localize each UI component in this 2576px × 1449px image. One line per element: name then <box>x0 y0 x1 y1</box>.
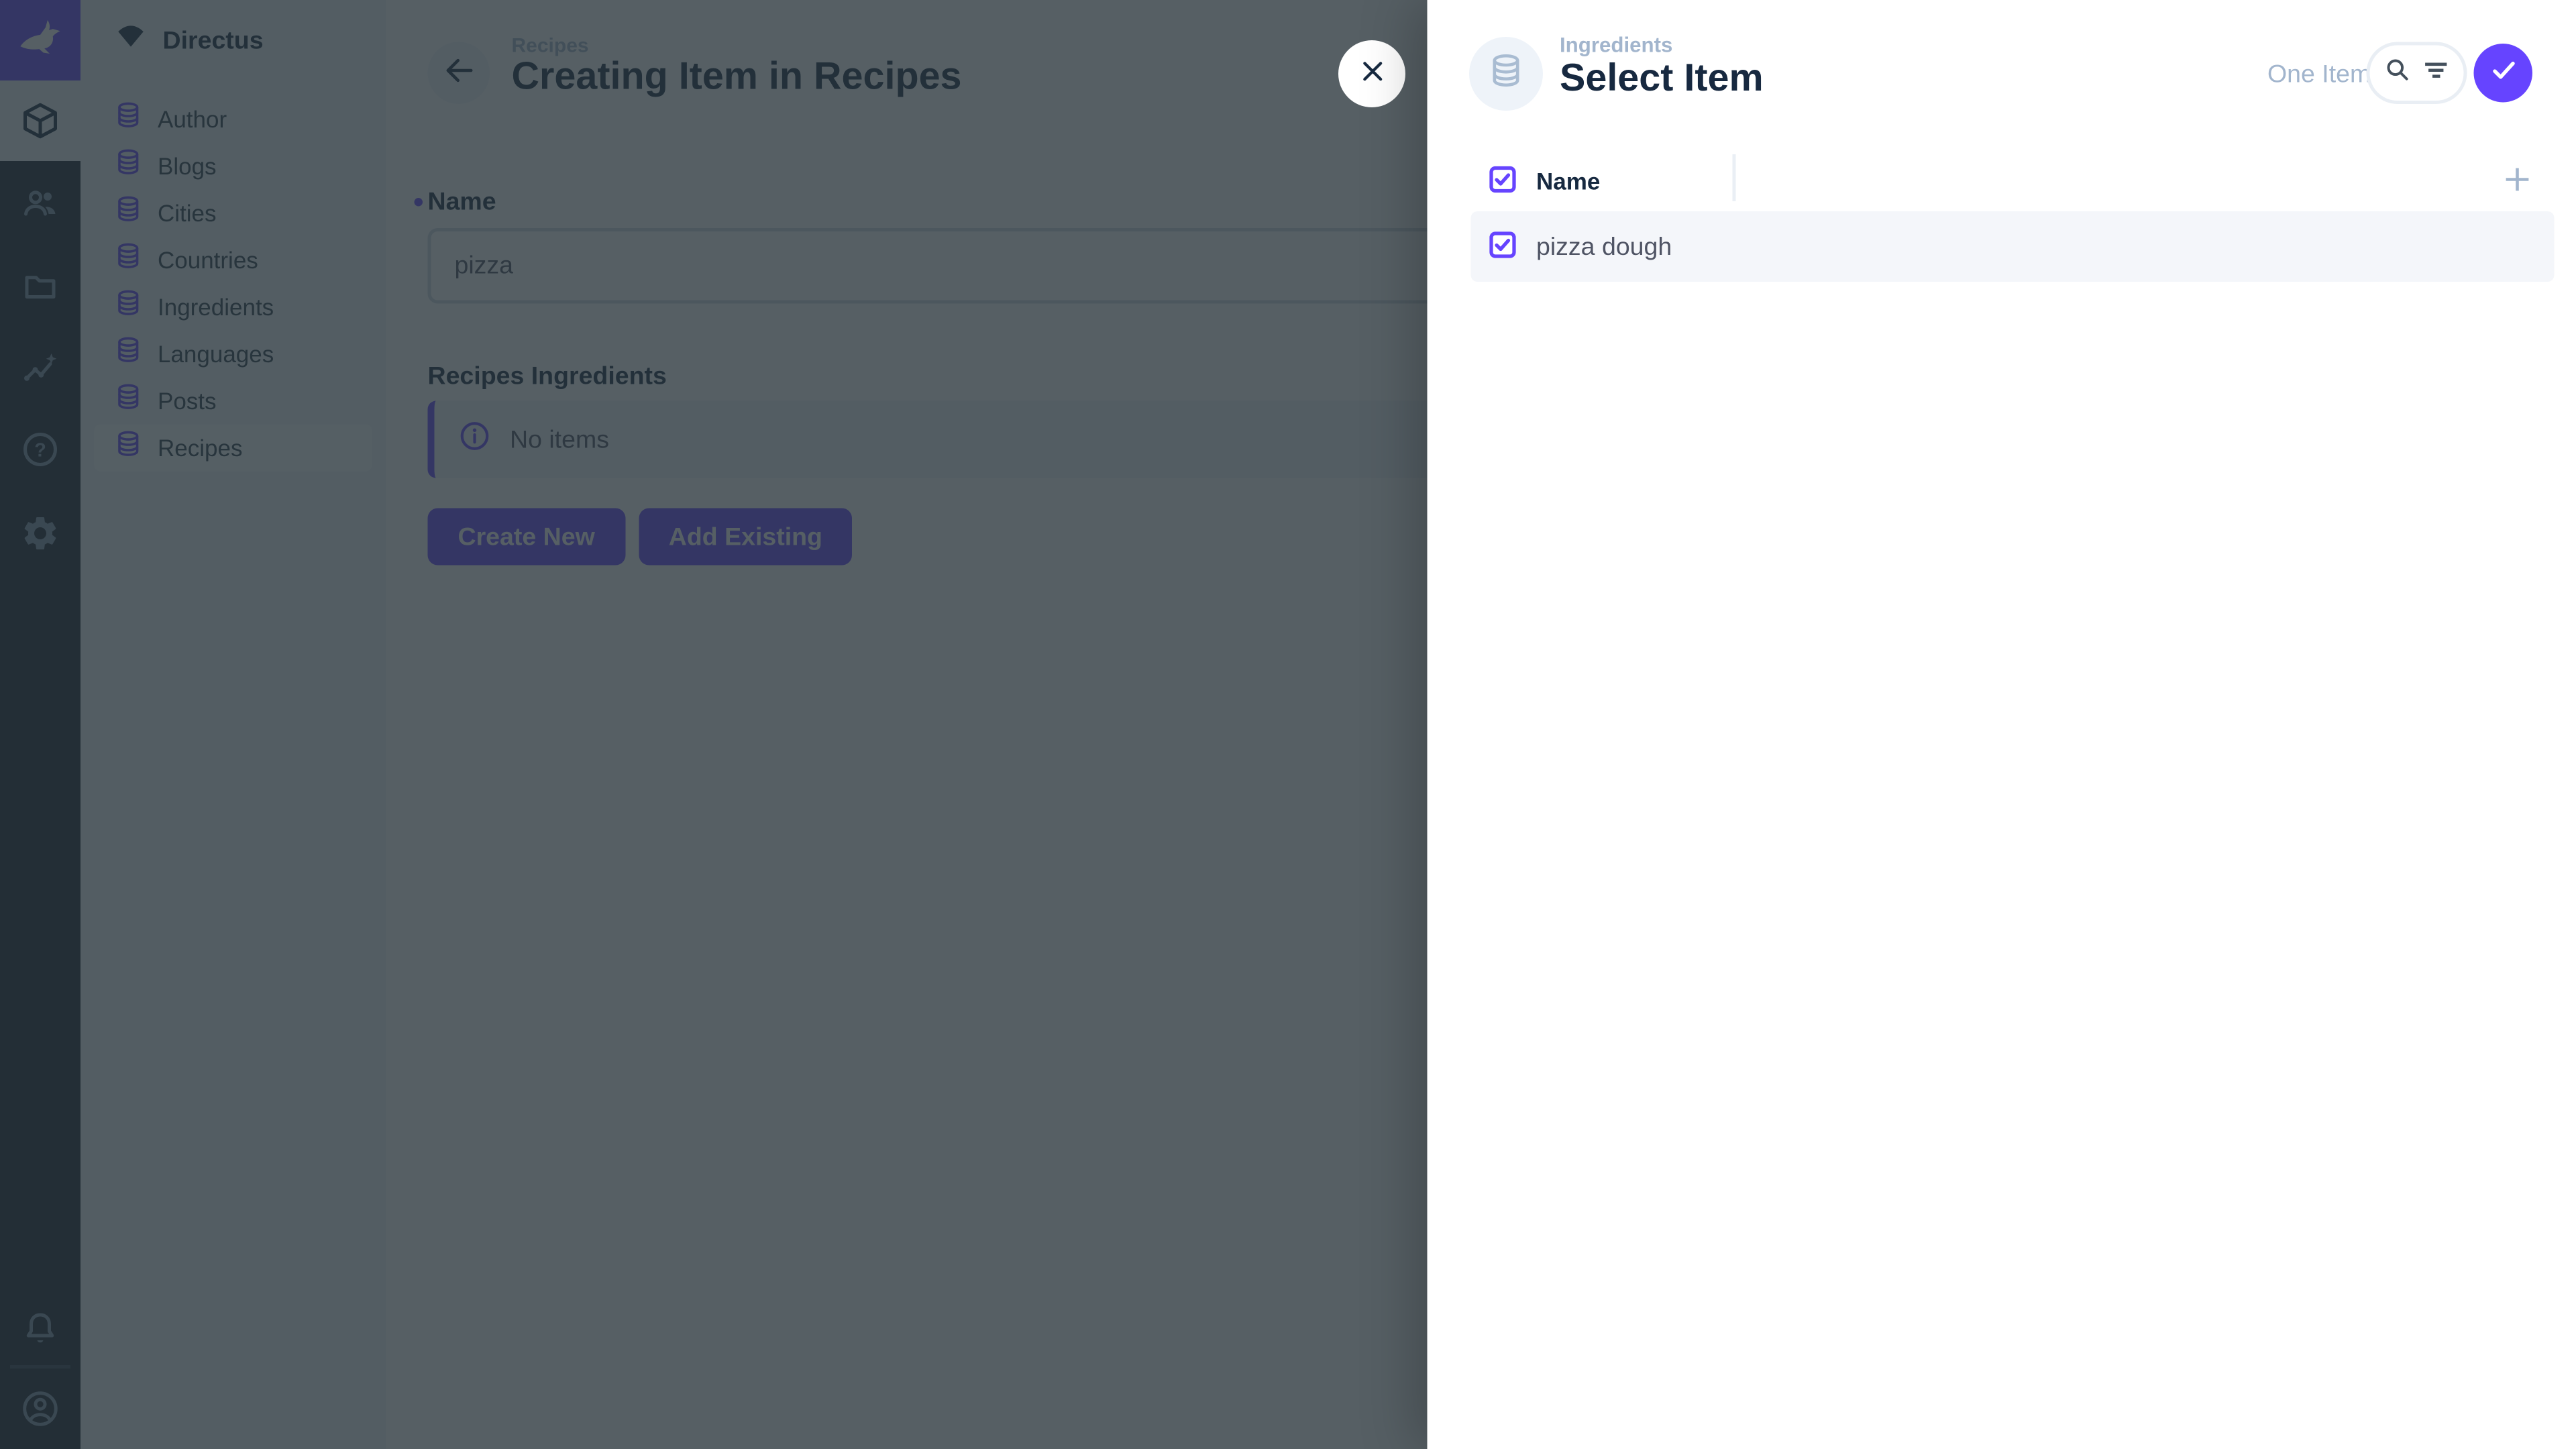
select-all-checkbox[interactable] <box>1489 166 1516 193</box>
item-count-label: One Item <box>2267 60 2355 89</box>
filter-icon[interactable] <box>2420 53 2453 93</box>
check-icon <box>2486 54 2520 93</box>
add-column-button[interactable] <box>2501 163 2534 197</box>
column-divider[interactable] <box>1733 154 1736 201</box>
plus-icon <box>2501 163 2534 197</box>
select-item-drawer: Ingredients Select Item One Item Name <box>1428 0 2576 1449</box>
row-name-cell: pizza dough <box>1536 233 1672 262</box>
column-header-name[interactable]: Name <box>1536 168 1600 195</box>
drawer-title: Select Item <box>1560 56 1764 101</box>
directus-app: ? Directus <box>0 0 2576 1449</box>
drawer-avatar <box>1469 37 1543 111</box>
row-checkbox[interactable] <box>1489 231 1516 258</box>
search-icon[interactable] <box>2381 53 2414 93</box>
close-drawer-button[interactable] <box>1338 40 1405 107</box>
search-filter-group <box>2367 42 2467 105</box>
drawer-collection-label: Ingredients <box>1560 34 1672 57</box>
confirm-selection-button[interactable] <box>2474 44 2533 103</box>
database-icon <box>1488 51 1525 97</box>
close-icon <box>1356 56 1388 93</box>
